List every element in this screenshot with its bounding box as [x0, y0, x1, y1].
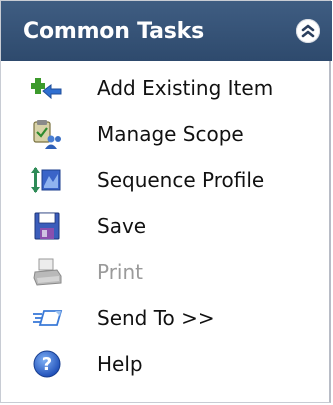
task-label: Help: [97, 352, 143, 376]
printer-icon: [33, 258, 62, 286]
help-icon: ?: [33, 350, 61, 378]
add-existing-item-icon: [31, 78, 62, 100]
task-label: Sequence Profile: [97, 168, 265, 192]
sequence-profile-icon: [31, 167, 61, 193]
task-label: Save: [97, 214, 147, 238]
task-sequence-profile[interactable]: Sequence Profile: [1, 157, 329, 203]
task-label: Print: [97, 260, 144, 284]
task-label: Send To >>: [97, 306, 215, 330]
task-manage-scope[interactable]: Manage Scope: [1, 111, 329, 157]
svg-text:?: ?: [42, 354, 52, 375]
collapse-button[interactable]: [296, 19, 320, 43]
task-label: Manage Scope: [97, 122, 244, 146]
double-chevron-up-icon: [301, 24, 315, 38]
save-floppy-icon: [34, 212, 60, 240]
panel-header: Common Tasks: [1, 1, 332, 61]
task-add-existing-item[interactable]: Add Existing Item: [1, 65, 329, 111]
task-save[interactable]: Save: [1, 203, 329, 249]
task-print[interactable]: Print: [1, 249, 329, 295]
task-send-to[interactable]: Send To >>: [1, 295, 329, 341]
manage-scope-icon: [33, 120, 61, 149]
common-tasks-panel: Common Tasks Add Existing Item Manage Sc…: [0, 0, 332, 403]
task-help[interactable]: ? Help: [1, 341, 329, 387]
task-label: Add Existing Item: [97, 76, 274, 100]
panel-title: Common Tasks: [23, 19, 204, 44]
send-to-icon: [33, 310, 63, 326]
